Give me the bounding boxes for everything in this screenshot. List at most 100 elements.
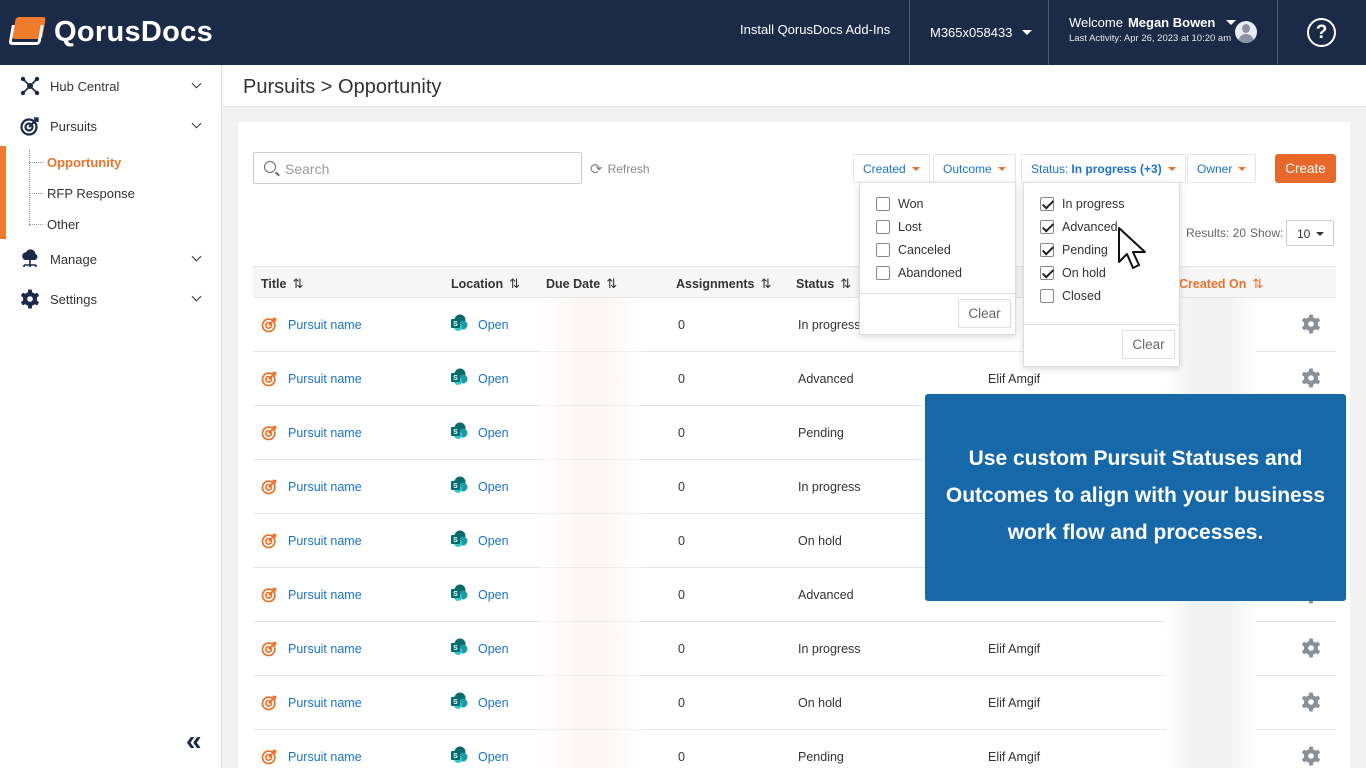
pursuit-title-link[interactable]: Pursuit name <box>288 750 362 764</box>
location-open-link[interactable]: Open <box>478 588 509 602</box>
pursuit-title-link[interactable]: Pursuit name <box>288 588 362 602</box>
column-header-assignments[interactable]: Assignments ⇅ <box>676 276 771 292</box>
sort-icon: ⇅ <box>292 276 304 291</box>
status-option[interactable]: Advanced <box>1040 220 1118 234</box>
user-avatar[interactable] <box>1235 21 1257 43</box>
sharepoint-icon: S <box>451 584 468 601</box>
checkbox[interactable] <box>876 266 890 280</box>
location-open-link[interactable]: Open <box>478 696 509 710</box>
caret-down-icon <box>1167 166 1176 171</box>
tenant-selector[interactable]: M365x058433 <box>930 25 1033 40</box>
gear-icon <box>21 289 39 309</box>
sidebar-item-manage[interactable]: Manage <box>0 239 222 279</box>
filter-label: Outcome <box>943 161 992 176</box>
svg-text:S: S <box>453 537 458 544</box>
caret-down-icon <box>1316 232 1324 236</box>
pursuit-title-link[interactable]: Pursuit name <box>288 642 362 656</box>
pursuit-title-link[interactable]: Pursuit name <box>288 534 362 548</box>
assignments-count: 0 <box>678 696 685 710</box>
location-open-link[interactable]: Open <box>478 642 509 656</box>
row-settings-gear-icon[interactable] <box>1301 314 1321 334</box>
sharepoint-icon: S <box>451 422 468 439</box>
owner-filter[interactable]: Owner <box>1187 154 1257 183</box>
row-settings-gear-icon[interactable] <box>1301 638 1321 658</box>
welcome-label: Welcome <box>1069 15 1123 30</box>
location-open-link[interactable]: Open <box>478 480 509 494</box>
column-header-status[interactable]: Status ⇅ <box>796 276 851 292</box>
checkbox[interactable] <box>1040 266 1054 280</box>
status-option[interactable]: In progress <box>1040 197 1125 211</box>
option-label: Advanced <box>1062 220 1118 234</box>
status-option[interactable]: Pending <box>1040 243 1108 257</box>
pursuit-target-icon <box>261 425 277 441</box>
outcome-filter[interactable]: Outcome <box>933 154 1016 183</box>
outcome-option[interactable]: Won <box>876 197 923 211</box>
outcome-option[interactable]: Abandoned <box>876 266 962 280</box>
caret-down-icon <box>911 166 920 171</box>
location-open-link[interactable]: Open <box>478 372 509 386</box>
column-label: Status <box>796 277 835 291</box>
pursuit-title-link[interactable]: Pursuit name <box>288 372 362 386</box>
pursuit-title-link[interactable]: Pursuit name <box>288 426 362 440</box>
row-settings-gear-icon[interactable] <box>1301 368 1321 388</box>
outcome-option[interactable]: Lost <box>876 220 922 234</box>
filter-label: Status: <box>1031 161 1069 176</box>
chevron-down-icon <box>191 291 202 302</box>
sharepoint-icon: S <box>451 476 468 493</box>
caret-down-icon <box>1238 166 1247 171</box>
option-label: Canceled <box>898 243 951 257</box>
column-header-title[interactable]: Title ⇅ <box>261 276 303 292</box>
status-filter[interactable]: Status: In progress (+3) <box>1021 154 1186 183</box>
help-icon[interactable]: ? <box>1307 18 1336 47</box>
location-open-link[interactable]: Open <box>478 318 509 332</box>
pursuit-target-icon <box>261 695 277 711</box>
checkbox[interactable] <box>1040 197 1054 211</box>
checkbox[interactable] <box>1040 243 1054 257</box>
checkbox[interactable] <box>1040 220 1054 234</box>
sharepoint-icon: S <box>451 746 468 763</box>
assignments-count: 0 <box>678 372 685 386</box>
create-button[interactable]: Create <box>1275 154 1336 183</box>
top-bar: QorusDocs Install QorusDocs Add-Ins M365… <box>0 0 1366 65</box>
sort-icon: ⇅ <box>509 276 520 291</box>
outcome-clear-button[interactable]: Clear <box>958 299 1011 328</box>
sidebar-subitem-opportunity[interactable]: Opportunity <box>47 155 121 170</box>
qorusdocs-logo[interactable]: QorusDocs <box>8 14 213 50</box>
collapse-sidebar-icon[interactable]: « <box>186 725 202 757</box>
refresh-button[interactable]: ⟳ Refresh <box>590 160 650 178</box>
row-settings-gear-icon[interactable] <box>1301 746 1321 766</box>
location-open-link[interactable]: Open <box>478 426 509 440</box>
pursuit-target-icon <box>261 533 277 549</box>
page-size-select[interactable]: 10 <box>1286 220 1334 246</box>
checkbox[interactable] <box>1040 289 1054 303</box>
status-clear-button[interactable]: Clear <box>1122 330 1175 359</box>
row-settings-gear-icon[interactable] <box>1301 692 1321 712</box>
search-input[interactable]: Search <box>253 152 582 184</box>
sidebar-subitem-rfp-response[interactable]: RFP Response <box>47 186 135 201</box>
status-option[interactable]: Closed <box>1040 289 1101 303</box>
column-header-due-date[interactable]: Due Date ⇅ <box>546 276 617 292</box>
checkbox[interactable] <box>876 243 890 257</box>
created-filter[interactable]: Created <box>853 154 930 183</box>
status-text: In progress <box>798 318 861 332</box>
checkbox[interactable] <box>876 197 890 211</box>
sidebar-item-hub-central[interactable]: Hub Central <box>0 66 222 106</box>
column-header-location[interactable]: Location ⇅ <box>451 276 520 292</box>
checkbox[interactable] <box>876 220 890 234</box>
location-open-link[interactable]: Open <box>478 534 509 548</box>
sidebar-item-settings[interactable]: Settings <box>0 279 222 319</box>
pursuit-title-link[interactable]: Pursuit name <box>288 696 362 710</box>
column-header-created-on[interactable]: Created On ⇅ <box>1179 276 1263 292</box>
install-addins-link[interactable]: Install QorusDocs Add-Ins <box>740 22 890 37</box>
sidebar-item-pursuits[interactable]: Pursuits <box>0 106 222 146</box>
pursuit-title-link[interactable]: Pursuit name <box>288 318 362 332</box>
outcome-option[interactable]: Canceled <box>876 243 951 257</box>
user-menu[interactable]: Welcome Megan Bowen Last Activity: Apr 2… <box>1069 15 1237 44</box>
location-open-link[interactable]: Open <box>478 750 509 764</box>
assignments-count: 0 <box>678 588 685 602</box>
pursuit-title-link[interactable]: Pursuit name <box>288 480 362 494</box>
sidebar-subitem-other[interactable]: Other <box>47 217 80 232</box>
status-option[interactable]: On hold <box>1040 266 1106 280</box>
header-divider <box>1277 0 1278 65</box>
status-text: Pending <box>798 426 844 440</box>
